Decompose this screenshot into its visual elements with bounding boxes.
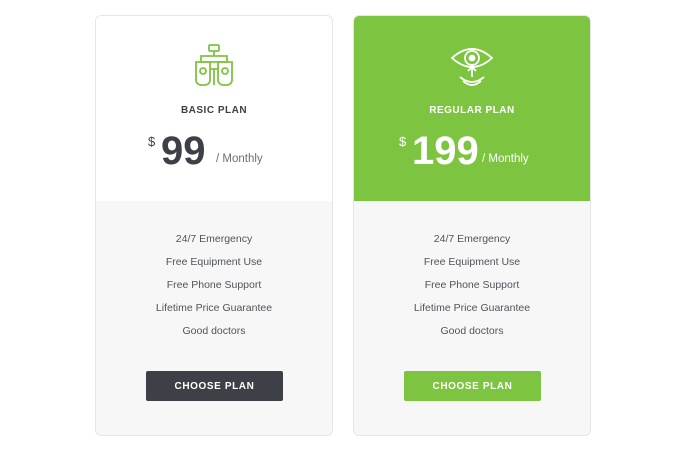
price-amount: 199 xyxy=(412,129,479,173)
price-currency: $ xyxy=(399,134,407,149)
feature-item: Free Equipment Use xyxy=(165,256,263,268)
plan-name: BASIC PLAN xyxy=(180,105,248,116)
feature-item: Free Phone Support xyxy=(424,279,520,291)
feature-item: Free Equipment Use xyxy=(423,256,521,268)
pricing-card-header: REGULAR PLAN $ 199 / Monthly xyxy=(354,16,590,201)
price-period: / Monthly xyxy=(482,153,529,165)
price-amount: 99 xyxy=(161,129,206,173)
pricing-card-regular: REGULAR PLAN $ 199 / Monthly 24/7 Emerge… xyxy=(353,15,591,436)
price: $ 199 / Monthly xyxy=(354,128,590,178)
price: $ 99 / Monthly xyxy=(96,128,332,178)
choose-plan-button[interactable]: CHOOSE PLAN xyxy=(404,371,541,401)
pricing-card-basic: BASIC PLAN $ 99 / Monthly 24/7 Emergency… xyxy=(95,15,333,436)
eye-contact-lens-icon xyxy=(450,48,494,86)
feature-item: Lifetime Price Guarantee xyxy=(413,302,531,314)
plan-name: REGULAR PLAN xyxy=(429,105,515,116)
pricing-card-header: BASIC PLAN $ 99 / Monthly xyxy=(96,16,332,201)
feature-item: Good doctors xyxy=(182,325,246,337)
feature-item: 24/7 Emergency xyxy=(175,233,253,245)
optometry-equipment-icon xyxy=(195,44,233,86)
choose-plan-button[interactable]: CHOOSE PLAN xyxy=(146,371,283,401)
feature-item: Free Phone Support xyxy=(166,279,262,291)
price-period: / Monthly xyxy=(216,153,263,165)
feature-item: Lifetime Price Guarantee xyxy=(155,302,273,314)
feature-list: 24/7 Emergency Free Equipment Use Free P… xyxy=(96,228,332,343)
feature-item: Good doctors xyxy=(440,325,504,337)
feature-item: 24/7 Emergency xyxy=(433,233,511,245)
price-currency: $ xyxy=(148,134,156,149)
feature-list: 24/7 Emergency Free Equipment Use Free P… xyxy=(354,228,590,343)
